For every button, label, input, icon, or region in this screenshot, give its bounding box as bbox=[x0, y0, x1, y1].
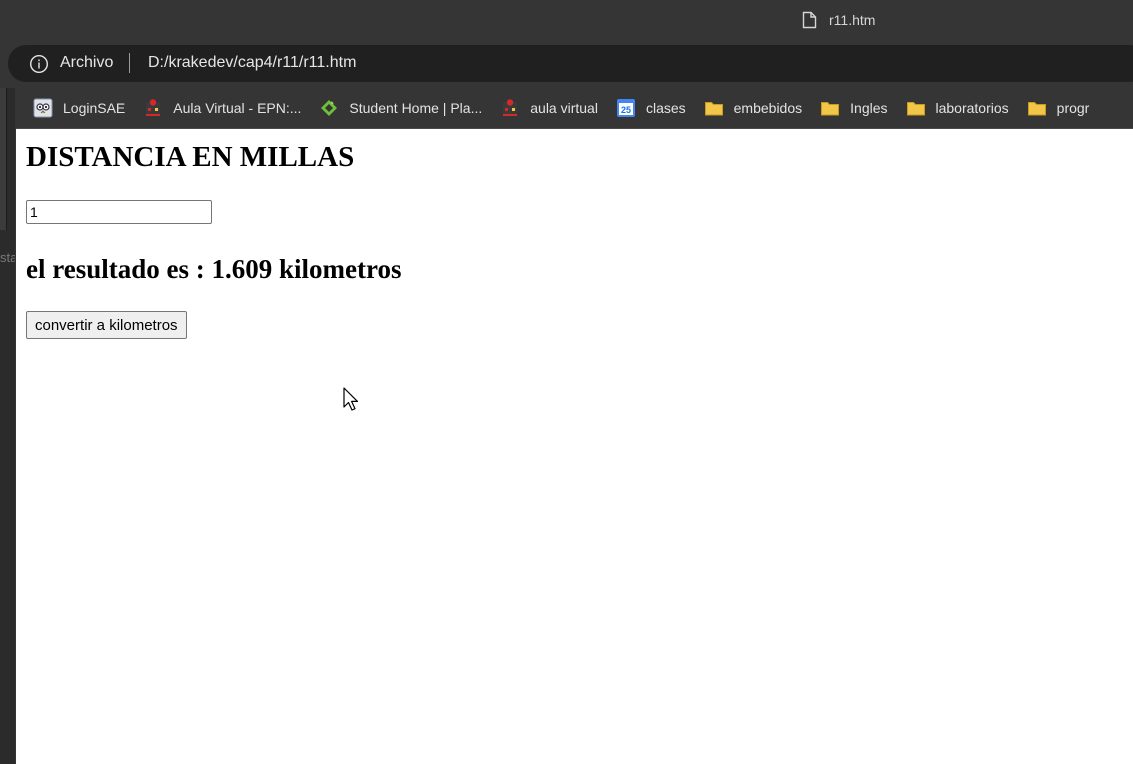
folder-icon bbox=[906, 102, 925, 116]
page-heading: DISTANCIA EN MILLAS bbox=[26, 141, 355, 173]
bookmark-label: LoginSAE bbox=[63, 100, 126, 116]
owl-icon bbox=[33, 98, 53, 118]
result-text: el resultado es : 1.609 kilometros bbox=[26, 254, 402, 284]
bookmark-label: progr bbox=[1056, 100, 1090, 116]
file-icon bbox=[802, 11, 817, 29]
browser-title-bar: r11.htm bbox=[0, 0, 1133, 42]
bookmark-label: aula virtual bbox=[530, 100, 598, 116]
folder-icon bbox=[1027, 102, 1046, 116]
tab-title: r11.htm bbox=[829, 12, 876, 28]
student-home-icon bbox=[321, 100, 338, 116]
bookmark-student-home[interactable]: Student Home | Pla... bbox=[319, 98, 482, 118]
calendar-icon: 25 bbox=[616, 99, 635, 117]
epn-icon bbox=[503, 99, 518, 116]
bookmark-aula-virtual[interactable]: aula virtual bbox=[500, 98, 598, 118]
epn-icon bbox=[146, 99, 161, 116]
bookmark-folder-laboratorios[interactable]: laboratorios bbox=[906, 98, 1009, 118]
bookmarks-bar: LoginSAE Aula Virtual - EPN:... Student … bbox=[16, 88, 1133, 129]
bookmark-folder-progr[interactable]: progr bbox=[1027, 98, 1090, 118]
bookmark-loginsae[interactable]: LoginSAE bbox=[33, 98, 125, 118]
side-panel-text: sta bbox=[0, 250, 15, 265]
mouse-cursor-icon bbox=[343, 387, 359, 411]
svg-text:25: 25 bbox=[621, 105, 631, 115]
bookmark-label: Student Home | Pla... bbox=[349, 100, 483, 116]
bookmark-label: embebidos bbox=[733, 100, 803, 116]
bookmark-aula-virtual-epn[interactable]: Aula Virtual - EPN:... bbox=[143, 98, 301, 118]
info-icon[interactable] bbox=[29, 54, 49, 74]
convert-button[interactable]: convertir a kilometros bbox=[26, 311, 187, 339]
bookmark-folder-ingles[interactable]: Ingles bbox=[820, 98, 888, 118]
bookmark-label: Ingles bbox=[850, 100, 888, 116]
side-panel-edge: sta bbox=[0, 88, 15, 764]
address-scheme-label[interactable]: Archivo bbox=[60, 54, 113, 72]
side-panel-tab[interactable] bbox=[0, 88, 7, 230]
bookmark-clases[interactable]: 25 clases bbox=[616, 98, 686, 118]
address-separator bbox=[129, 53, 130, 73]
bookmark-label: laboratorios bbox=[935, 100, 1009, 116]
tab-title-area[interactable]: r11.htm bbox=[802, 10, 875, 30]
page-content: DISTANCIA EN MILLAS el resultado es : 1.… bbox=[16, 129, 1133, 764]
bookmark-folder-embebidos[interactable]: embebidos bbox=[704, 98, 803, 118]
bookmark-label: Aula Virtual - EPN:... bbox=[173, 100, 302, 116]
miles-input[interactable] bbox=[26, 200, 212, 224]
bookmark-label: clases bbox=[645, 100, 686, 116]
address-bar[interactable]: Archivo D:/krakedev/cap4/r11/r11.htm bbox=[8, 45, 1133, 82]
address-url[interactable]: D:/krakedev/cap4/r11/r11.htm bbox=[148, 54, 356, 72]
folder-icon bbox=[821, 102, 840, 116]
folder-icon bbox=[704, 102, 723, 116]
